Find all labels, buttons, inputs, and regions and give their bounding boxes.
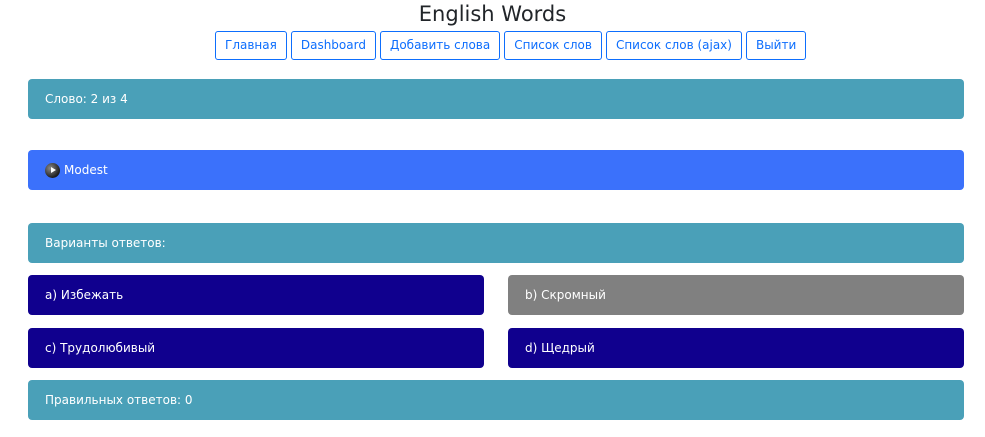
answer-option-d[interactable]: d) Щедрый (508, 328, 964, 368)
word-text: Modest (64, 163, 108, 177)
answer-option-c[interactable]: c) Трудолюбивый (28, 328, 484, 368)
answer-option-label: b) Скромный (525, 288, 606, 302)
page-title: English Words (418, 2, 567, 26)
answer-option-label: a) Избежать (45, 288, 124, 302)
nav-add-words-button[interactable]: Добавить слова (379, 31, 501, 60)
play-audio-icon[interactable] (45, 162, 60, 178)
word-bar: Modest (28, 150, 964, 190)
nav-word-list-button[interactable]: Список слов (504, 31, 602, 60)
word-counter-bar: Слово: 2 из 4 (28, 79, 964, 119)
answer-option-b[interactable]: b) Скромный (508, 275, 964, 315)
score-bar: Правильных ответов: 0 (28, 380, 964, 420)
score-text: Правильных ответов: 0 (45, 393, 193, 407)
word-counter-text: Слово: 2 из 4 (45, 92, 128, 106)
nav-word-list-ajax-button[interactable]: Список слов (ajax) (605, 31, 742, 60)
answer-option-label: d) Щедрый (525, 341, 595, 355)
nav-logout-button[interactable]: Выйти (745, 31, 807, 60)
nav-dashboard-button[interactable]: Dashboard (290, 31, 376, 60)
variants-header-bar: Варианты ответов: (28, 223, 964, 263)
variants-label: Варианты ответов: (45, 236, 166, 250)
top-nav: Главная Dashboard Добавить слова Список … (215, 31, 807, 60)
nav-home-button[interactable]: Главная (215, 31, 287, 60)
answer-option-a[interactable]: a) Избежать (28, 275, 484, 315)
answer-option-label: c) Трудолюбивый (45, 341, 156, 355)
